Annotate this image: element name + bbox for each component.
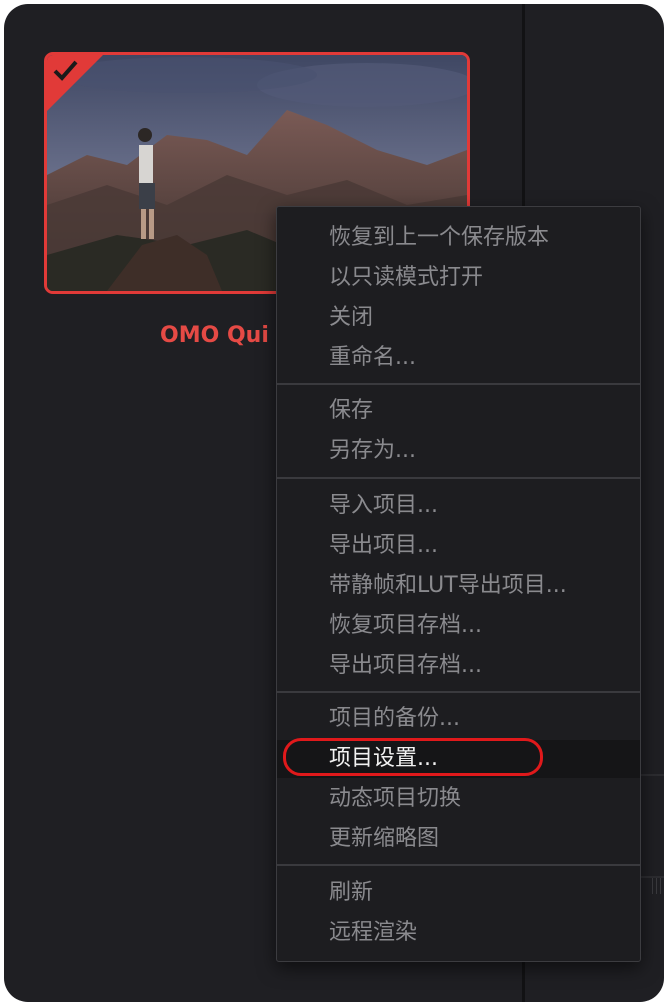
menu-item-label: 动态项目切换 xyxy=(329,786,462,811)
menu-item-project-backups[interactable]: 项目的备份... xyxy=(277,700,640,738)
menu-item-label: 另存为... xyxy=(329,438,416,463)
timeline-ticks xyxy=(652,878,664,898)
menu-item-label: 刷新 xyxy=(329,880,374,905)
menu-item-label: 项目设置... xyxy=(329,746,438,771)
menu-item-remote-rendering[interactable]: 远程渲染 xyxy=(277,914,640,952)
menu-item-label: 远程渲染 xyxy=(329,920,418,945)
menu-item-label: 导出项目存档... xyxy=(329,653,482,678)
context-menu: 恢复到上一个保存版本 以只读模式打开 关闭 重命名... 保存 另存为... 导… xyxy=(276,206,641,962)
menu-item-export-project[interactable]: 导出项目... xyxy=(277,527,640,565)
menu-item-dynamic-project-switching[interactable]: 动态项目切换 xyxy=(277,780,640,818)
menu-item-label: 重命名... xyxy=(329,345,416,370)
menu-separator xyxy=(277,864,640,866)
menu-item-label: 导出项目... xyxy=(329,533,438,558)
menu-separator xyxy=(277,477,640,479)
menu-item-label: 更新缩略图 xyxy=(329,826,440,851)
menu-item-label: 以只读模式打开 xyxy=(329,265,484,290)
menu-item-label: 项目的备份... xyxy=(329,706,460,731)
checkmark-icon xyxy=(47,55,103,111)
menu-item-import-project[interactable]: 导入项目... xyxy=(277,487,640,525)
menu-item-save[interactable]: 保存 xyxy=(277,392,640,430)
selected-check-badge xyxy=(47,55,103,111)
menu-item-label: 保存 xyxy=(329,398,374,423)
menu-item-label: 导入项目... xyxy=(329,493,438,518)
menu-separator xyxy=(277,691,640,693)
menu-item-open-read-only[interactable]: 以只读模式打开 xyxy=(277,259,640,297)
menu-item-label: 关闭 xyxy=(329,305,374,330)
menu-item-restore-project-archive[interactable]: 恢复项目存档... xyxy=(277,607,640,645)
project-name-label[interactable]: OMO Qui xyxy=(160,323,269,348)
menu-item-label: 恢复到上一个保存版本 xyxy=(329,225,550,250)
menu-item-label: 恢复项目存档... xyxy=(329,613,482,638)
menu-item-refresh[interactable]: 刷新 xyxy=(277,874,640,912)
menu-item-revert-to-last-saved[interactable]: 恢复到上一个保存版本 xyxy=(277,219,640,257)
right-pane-box xyxy=(640,774,664,878)
menu-item-close[interactable]: 关闭 xyxy=(277,299,640,337)
menu-item-rename[interactable]: 重命名... xyxy=(277,339,640,377)
menu-item-export-project-archive[interactable]: 导出项目存档... xyxy=(277,647,640,685)
menu-item-save-as[interactable]: 另存为... xyxy=(277,432,640,470)
menu-item-project-settings[interactable]: 项目设置... xyxy=(277,740,640,778)
menu-item-export-with-stills-lut[interactable]: 带静帧和LUT导出项目... xyxy=(277,567,640,605)
menu-item-label: 带静帧和LUT导出项目... xyxy=(329,573,567,598)
menu-separator xyxy=(277,383,640,385)
menu-item-update-thumbnail[interactable]: 更新缩略图 xyxy=(277,820,640,858)
